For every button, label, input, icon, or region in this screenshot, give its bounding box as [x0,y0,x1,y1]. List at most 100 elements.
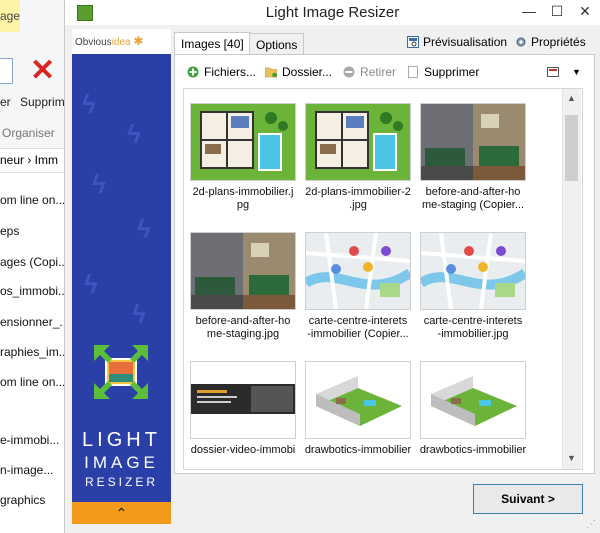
thumbnail-item[interactable]: before-and-after-ho me-staging.jpg [188,218,298,346]
background-explorer-window: age ✕ er Supprim Organiser neur › Imm om… [0,0,64,533]
delete-button-label[interactable]: Supprim [20,95,64,109]
add-folder-label: Dossier... [282,65,333,79]
remove-icon [343,66,355,78]
delete-x-icon[interactable]: ✕ [30,56,55,86]
thumbnail-caption: before-and-after-ho me-staging (Copier..… [421,186,525,211]
view-dropdown-arrow[interactable]: ▼ [572,67,581,77]
thumbnail-image [190,361,296,439]
file-list-item[interactable]: om line on... [0,375,64,389]
thumbnail-item[interactable]: 2d-plans-immobilier.j pg [188,89,298,217]
title-bar[interactable]: Light Image Resizer — ☐ ✕ [65,0,600,25]
thumbnail-item[interactable]: carte-centre-interets -immobilier.jpg [418,218,528,346]
gear-icon [516,37,526,47]
document-icon [0,58,13,84]
file-list-item[interactable]: os_immobi... [0,284,64,298]
thumbnail-image [420,232,526,310]
properties-link[interactable]: Propriétés [515,35,586,49]
lightning-icon: ϟ [127,119,141,149]
explorer-ribbon: age ✕ er Supprim Organiser [0,0,64,149]
thumbnail-item[interactable]: dossier-video-immobi [188,347,298,469]
scroll-down-arrow[interactable]: ▼ [567,453,576,463]
delete-button[interactable]: Supprimer [407,65,479,79]
thumbnail-image [420,361,526,439]
tab-options[interactable]: Options [249,33,305,54]
thumbnail-item[interactable]: before-and-after-ho me-staging (Copier..… [418,89,528,217]
thumbnail-item[interactable]: drawbotics-immobilier [418,347,528,469]
file-list-item[interactable]: om line on... [0,193,64,207]
delete-label: Supprimer [424,65,480,79]
ribbon-tab-image[interactable]: age [0,0,20,32]
properties-label: Propriétés [531,35,586,49]
lightning-icon: ϟ [132,299,146,329]
preview-link[interactable]: Prévisualisation [407,35,507,49]
lightning-icon: ϟ [137,214,151,244]
thumbnail-image [305,361,411,439]
ribbon-group-label: Organiser [2,126,55,140]
file-list-item[interactable]: graphics [0,493,45,507]
thumbnail-item[interactable]: drawbotics-immobilier [303,347,413,469]
add-icon [187,66,199,78]
thumbnail-caption: 2d-plans-immobilier-2 .jpg [305,186,411,211]
file-list-item[interactable]: e-immobi... [0,433,59,447]
thumbnail-image [190,103,296,181]
thumbnail-caption: carte-centre-interets -immobilier (Copie… [307,315,409,340]
next-button[interactable]: Suivant > [473,484,583,514]
lightning-icon: ϟ [82,89,96,119]
tab-images[interactable]: Images [40] [174,32,251,55]
lightning-icon: ϟ [84,269,98,299]
minimize-button[interactable]: — [515,0,543,22]
thumbnail-item[interactable]: 2d-plans-immobilier-2 .jpg [303,89,413,217]
logo-text-idea: idea [111,37,131,48]
breadcrumb[interactable]: neur › Imm [0,148,64,173]
preview-label: Prévisualisation [423,35,508,49]
file-list-item[interactable]: eps [0,224,19,238]
thumbnail-image [190,232,296,310]
close-button[interactable]: ✕ [571,0,599,22]
thumbnail-caption: before-and-after-ho me-staging.jpg [195,315,291,340]
thumbnail-caption: 2d-plans-immobilier.j pg [192,186,294,211]
vertical-scrollbar[interactable]: ▲ ▼ [562,89,581,469]
banner-name-resizer: RESIZER [84,475,158,489]
preview-icon [407,36,419,48]
chevron-down-icon: ▼ [572,67,581,77]
file-list-item[interactable]: ages (Copi... [0,255,64,269]
add-files-label: Fichiers... [204,65,257,79]
resize-grip[interactable]: ⋰ [586,519,596,530]
thumbnail-item[interactable]: carte-centre-interets -immobilier (Copie… [303,218,413,346]
remove-button[interactable]: Retirer [343,65,396,79]
thumbnail-image [420,103,526,181]
view-icon [547,67,559,77]
collapse-banner-button[interactable]: ⌃ [72,502,171,524]
chevron-up-icon: ⌃ [115,505,128,521]
remove-label: Retirer [360,65,397,79]
thumbnail-grid: 2d-plans-immobilier.j pg 2d-plans-immobil… [183,88,583,470]
blank-page-icon [408,66,418,78]
images-panel: Fichiers... Dossier... Retirer Supprimer… [174,54,595,474]
folder-icon [265,67,277,78]
file-list-item[interactable]: raphies_im... [0,345,64,359]
add-files-button[interactable]: Fichiers... [187,65,256,79]
scrollbar-thumb[interactable] [565,115,578,181]
scroll-up-arrow[interactable]: ▲ [567,93,576,103]
thumbnail-caption: carte-centre-interets -immobilier.jpg [423,315,523,340]
thumbnail-caption: drawbotics-immobilier [419,444,527,456]
logo-text-obvious: Obvious [75,37,112,48]
lightning-icon: ϟ [92,169,106,199]
product-banner: Obviousidea ✱ ϟ ϟ ϟ ϟ ϟ ϟ LIGHT IMAGE RE… [72,29,171,524]
banner-name-light: LIGHT [82,429,161,451]
thumbnail-caption: drawbotics-immobilier [304,444,412,456]
thumbnail-image [305,103,411,181]
maximize-button[interactable]: ☐ [543,0,571,22]
thumbnail-image [305,232,411,310]
resize-arrows-icon [94,345,148,399]
file-list-item[interactable]: n-image... [0,463,53,477]
light-image-resizer-window: Light Image Resizer — ☐ ✕ Obviousidea ✱ … [64,0,600,533]
obviousidea-logo: Obviousidea ✱ [72,29,171,54]
thumbnail-caption: dossier-video-immobi [190,444,296,456]
lightbulb-icon: ✱ [133,34,144,48]
banner-name-image: IMAGE [84,453,159,472]
view-mode-button[interactable] [547,65,564,79]
add-folder-button[interactable]: Dossier... [265,65,332,79]
ribbon-button-label[interactable]: er [0,95,11,109]
file-list-item[interactable]: ensionner_... [0,315,64,329]
